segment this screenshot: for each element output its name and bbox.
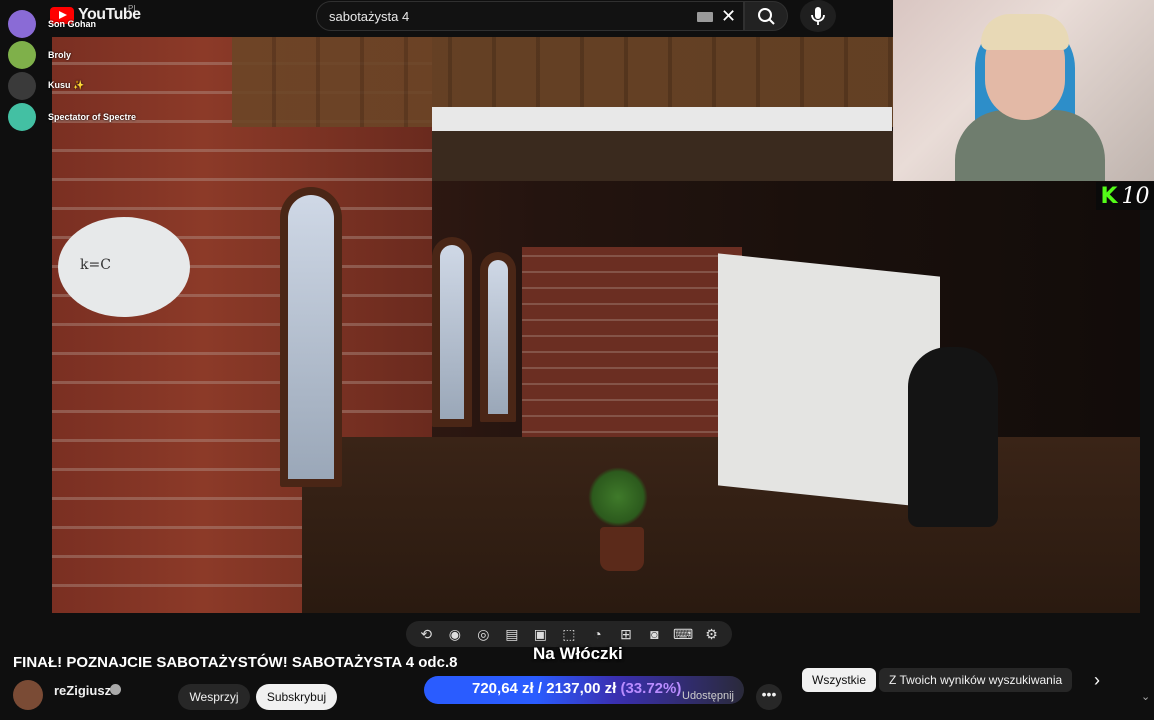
speed-gauge-icon[interactable]: ◔ [587,627,607,641]
kick-logo-icon: K [1100,183,1118,209]
donation-separator: / [533,680,547,697]
voice-search-button[interactable] [800,0,836,32]
chat-username: Spectator of Spectre [48,111,137,122]
avatar [8,102,36,131]
chat-username: Broly [48,49,72,60]
clear-search-icon[interactable]: ✕ [721,6,736,27]
avatar [8,9,36,38]
broadcast-icon[interactable]: ◉ [445,627,465,641]
streamer-hair-top [981,14,1069,50]
kick-badge: K 10 [1096,182,1154,210]
support-button[interactable]: Wesprzyj [178,684,250,710]
keyboard-icon[interactable] [697,12,713,22]
avatar [8,71,36,100]
chip-all[interactable]: Wszystkie [802,668,876,692]
keyboard-shortcuts-icon[interactable]: ⌨ [673,627,693,641]
chat-username: Son Gohan [48,18,96,29]
more-actions-button[interactable]: ••• [756,684,782,710]
mic-icon [811,7,825,25]
streamer-body [955,110,1105,181]
chat-username: Kusu ✨ [48,80,85,90]
donation-goal: 2137,00 zł [546,680,617,697]
screenshot-icon[interactable]: ◙ [645,627,665,641]
search-icon [758,8,775,25]
chevron-right-icon[interactable]: › [1094,670,1100,691]
search-input[interactable]: sabotażysta 4 ✕ [316,1,744,31]
chat-overlay: Son Gohan Broly Kusu ✨ Spectator of Spec… [8,8,136,132]
back-wall [522,247,742,447]
chat-entry: Spectator of Spectre [8,101,136,132]
white-beam [432,107,892,131]
settings-gear-icon[interactable]: ⚙ [702,627,722,641]
video-title: FINAŁ! POZNAJCIE SABOTAŻYSTÓW! SABOTAŻYS… [13,654,458,671]
plant-pot [600,527,644,571]
chevron-down-icon[interactable]: ⌄ [1141,690,1150,703]
chat-entry: Son Gohan [8,8,136,39]
donation-percent: (33.72%) [620,680,682,697]
formula-sign: k=C [58,217,190,317]
white-panel [718,253,940,509]
donation-goal-text: 720,64 zł / 2137,00 zł (33.72%) [472,680,681,697]
channel-name[interactable]: reZigiusz [54,683,111,698]
search-button[interactable] [744,1,788,31]
webcam-overlay [893,0,1154,181]
sign-text: k=C [80,257,111,273]
eye-icon[interactable]: ◎ [473,627,493,641]
picture-in-picture-icon[interactable]: ▣ [530,627,550,641]
chip-from-your-search[interactable]: Z Twoich wyników wyszukiwania [879,668,1073,692]
plant [588,467,648,527]
share-button[interactable]: Udostępnij [682,690,734,702]
chat-entry: Kusu ✨ [8,70,136,101]
add-frame-icon[interactable]: ⊞ [616,627,636,641]
subscribe-button[interactable]: Subskrybuj [256,684,337,710]
search-value: sabotażysta 4 [329,9,410,24]
clapperboard-icon[interactable]: ▤ [502,627,522,641]
window [432,237,472,427]
avatar [8,40,36,69]
loop-icon[interactable]: ⟲ [416,627,436,641]
kick-count: 10 [1121,183,1150,209]
window [280,187,342,487]
person-silhouette [908,347,998,527]
cinema-mode-icon[interactable]: ⬚ [559,627,579,641]
channel-avatar[interactable] [13,680,43,710]
video-subtitle: Na Włóczki [533,644,623,663]
chat-entry: Broly [8,39,136,70]
window [480,252,516,422]
verified-icon [110,684,121,695]
donation-current: 720,64 zł [472,680,534,697]
